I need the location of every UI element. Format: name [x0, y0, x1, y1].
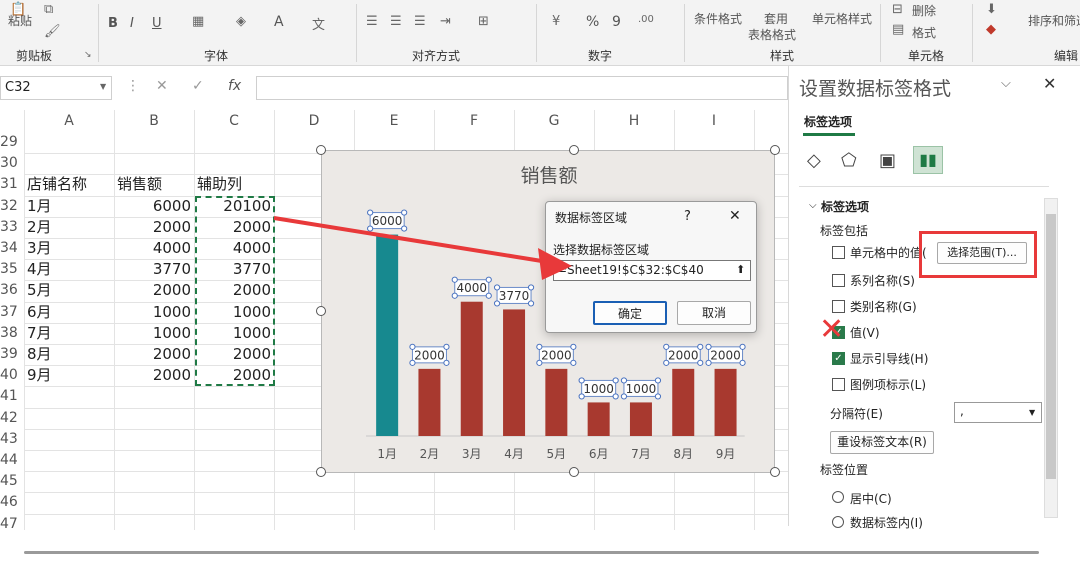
separator-label: 分隔符(E) — [830, 407, 883, 421]
option-value-from-cells: 单元格中的值( — [850, 246, 927, 260]
fill-line-icon[interactable]: ◇ — [807, 150, 821, 171]
checkbox-value-from-cells[interactable] — [832, 246, 845, 259]
radio-center[interactable] — [832, 491, 844, 503]
section-label-options[interactable]: 标签选项 — [821, 198, 869, 215]
cross-mark-icon: ✕ — [819, 312, 845, 347]
label-options-icon[interactable]: ▮▮ — [913, 146, 943, 174]
pane-title: 设置数据标签格式 — [799, 78, 952, 100]
option-value: 值(V) — [850, 326, 880, 340]
checkbox-leader-lines[interactable]: ✓ — [832, 352, 845, 365]
separator-dropdown-icon[interactable]: ▼ — [1029, 408, 1035, 417]
section-collapse-icon[interactable]: ⌵ — [809, 200, 817, 211]
size-properties-icon[interactable]: ▣ — [879, 150, 896, 171]
option-leader-lines: 显示引导线(H) — [850, 352, 929, 366]
checkbox-legend-key[interactable] — [832, 378, 845, 391]
tab-label-options[interactable]: 标签选项 — [804, 113, 852, 130]
pane-scroll-thumb[interactable] — [1046, 214, 1056, 479]
option-category-name: 类别名称(G) — [850, 300, 917, 314]
effects-pentagon-icon[interactable]: ⬠ — [841, 150, 857, 171]
checkbox-series-name[interactable] — [832, 274, 845, 287]
label-position-heading: 标签位置 — [820, 463, 869, 477]
option-series-name: 系列名称(S) — [850, 274, 915, 288]
option-legend-key: 图例项标示(L) — [850, 378, 927, 392]
position-center: 居中(C) — [850, 492, 892, 506]
pane-close-icon[interactable]: ✕ — [1043, 74, 1056, 93]
pane-options-chevron-icon[interactable]: ⌵ — [1001, 76, 1011, 91]
format-data-labels-pane: 设置数据标签格式 ⌵ ✕ 标签选项 ◇ ⬠ ▣ ▮▮ ⌵ 标签选项 标签包括 单… — [788, 66, 1068, 530]
horizontal-scrollbar[interactable] — [24, 551, 1039, 554]
reset-label-text-button[interactable]: 重设标签文本(R) — [830, 431, 934, 454]
radio-inside-end[interactable] — [832, 516, 844, 528]
position-inside-end: 数据标签内(I) — [850, 516, 923, 530]
tab-underline — [803, 133, 855, 136]
label-includes-heading: 标签包括 — [820, 224, 869, 238]
highlight-box — [919, 231, 1037, 278]
